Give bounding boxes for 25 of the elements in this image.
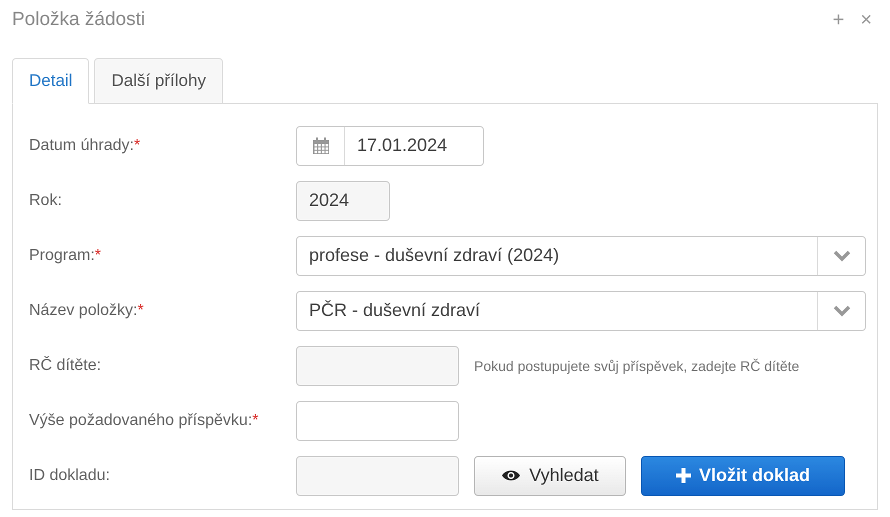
field-label: Program:* xyxy=(29,246,102,264)
insert-button[interactable]: Vložit doklad xyxy=(641,456,845,496)
input-field[interactable] xyxy=(296,456,459,496)
field-label: ID dokladu: xyxy=(29,466,111,484)
calendar-icon xyxy=(312,136,330,154)
hint-text: Pokud postupujete svůj příspěvek, zadejte RČ dítěte xyxy=(474,358,800,374)
chevron-down-icon xyxy=(832,304,850,316)
select-field[interactable]: PČR - duševní zdraví xyxy=(296,290,866,330)
tab[interactable]: Další přílohy xyxy=(94,58,223,104)
input-field[interactable]: 2024 xyxy=(296,180,390,220)
window-title: Položka žádosti xyxy=(12,9,146,31)
field-label: Název položky:* xyxy=(29,302,145,320)
field-label: RČ dítěte: xyxy=(29,356,102,374)
input-field[interactable] xyxy=(296,346,459,386)
search-button[interactable]: Vyhledat xyxy=(474,456,626,496)
select-field[interactable]: profese - duševní zdraví (2024) xyxy=(296,236,866,276)
eye-icon xyxy=(501,469,522,482)
date-field[interactable]: 17.01.2024 xyxy=(296,126,484,166)
plus-icon xyxy=(676,468,691,483)
chevron-down-icon xyxy=(832,250,850,262)
field-label: Datum úhrady:* xyxy=(29,136,142,154)
field-label: Výše požadovaného příspěvku:* xyxy=(29,412,260,430)
tab[interactable]: Detail xyxy=(12,58,90,104)
input-field[interactable] xyxy=(296,400,459,440)
field-label: Rok: xyxy=(29,192,63,210)
